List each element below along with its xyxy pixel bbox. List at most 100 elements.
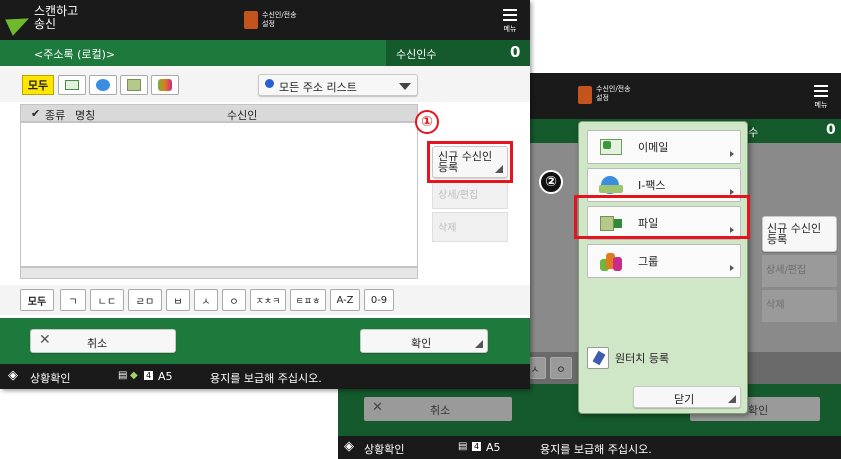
detail-edit-button[interactable]: 상세/편집 bbox=[762, 255, 837, 287]
index-key[interactable]: A-Z bbox=[330, 289, 360, 311]
type-column-header: 종류 bbox=[45, 109, 66, 122]
label-line2: 설정 bbox=[596, 94, 609, 102]
filter-row: 모두 모든 주소 리스트 bbox=[0, 66, 530, 102]
menu-icon-line bbox=[503, 8, 517, 11]
ifax-filter-icon[interactable] bbox=[89, 75, 117, 95]
index-key[interactable]: ㅅ bbox=[194, 289, 218, 311]
name-column-header: 명칭 bbox=[75, 109, 96, 122]
index-key[interactable]: ㄹㅁ bbox=[128, 289, 162, 311]
index-key-label: ㅅ bbox=[201, 296, 211, 308]
index-key-label: ㅌㅍㅎ bbox=[295, 296, 321, 307]
address-book-icon bbox=[244, 11, 258, 29]
index-key-all[interactable]: 모두 bbox=[20, 289, 54, 311]
step-2-marker: ② bbox=[539, 170, 563, 194]
close-button[interactable]: 닫기 bbox=[633, 386, 741, 408]
group-label: 그룹 bbox=[638, 255, 659, 268]
popup-item-group[interactable]: 그룹 bbox=[587, 244, 741, 278]
index-key[interactable]: 0-9 bbox=[364, 289, 394, 311]
index-key-label: ㅂ bbox=[173, 296, 183, 308]
status-check-icon: ◈ bbox=[8, 368, 18, 383]
close-x-icon: ✕ bbox=[372, 400, 383, 415]
detail-edit-label: 상세/편집 bbox=[766, 265, 807, 276]
app-title: 스캔하고 송신 bbox=[34, 5, 78, 31]
label-line2: 설정 bbox=[262, 20, 275, 28]
top-bar: 스캔하고 송신 수신인/전송 설정 메뉴 bbox=[0, 0, 530, 40]
destination-settings-label[interactable]: 수신인/전송 설정 bbox=[262, 11, 297, 29]
recipient-list[interactable] bbox=[20, 122, 418, 267]
paper-icon: ▤ bbox=[458, 441, 468, 452]
menu-button[interactable]: 메뉴 bbox=[814, 83, 828, 110]
group-filter-icon[interactable] bbox=[151, 75, 179, 95]
scan-send-icon bbox=[5, 10, 33, 36]
index-key[interactable]: ㄴㄷ bbox=[90, 289, 124, 311]
menu-icon-line bbox=[503, 18, 517, 21]
ok-label: 확인 bbox=[748, 404, 769, 417]
index-key[interactable]: ㅈㅊㅋ bbox=[250, 289, 286, 311]
delete-label: 삭제 bbox=[766, 300, 785, 311]
recipient-column-header: 수신인 bbox=[227, 109, 258, 122]
label-line1: 수신인/전송 bbox=[596, 85, 631, 93]
label-line1: 수신인/전송 bbox=[262, 11, 297, 19]
ok-button[interactable]: 확인 bbox=[360, 329, 488, 353]
status-check-label[interactable]: 상황확인 bbox=[364, 441, 404, 457]
paper-tray-number: 4 bbox=[472, 442, 482, 451]
step-1-marker: ① bbox=[415, 110, 439, 134]
index-key-label: ㅇ bbox=[229, 296, 239, 308]
ok-label: 확인 bbox=[411, 337, 432, 350]
index-key-label: 모두 bbox=[27, 296, 47, 308]
bottom-bar: ✕ 취소 확인 bbox=[0, 318, 530, 364]
address-list-select[interactable]: 모든 주소 리스트 bbox=[258, 74, 418, 96]
delete-button[interactable]: 삭제 bbox=[432, 212, 508, 242]
chevron-right-icon bbox=[730, 151, 734, 157]
detail-edit-button[interactable]: 상세/편집 bbox=[432, 181, 508, 209]
screen-1: 스캔하고 송신 수신인/전송 설정 메뉴 <주소록 (로컬)> 수신인수 0 모… bbox=[0, 0, 530, 389]
list-header: ✔ 종류 명칭 수신인 bbox=[20, 104, 418, 122]
one-touch-label: 원터치 등록 bbox=[615, 352, 670, 365]
recipient-count: 0 bbox=[826, 122, 836, 138]
cancel-label: 취소 bbox=[430, 404, 451, 417]
paper-size: A5 bbox=[486, 441, 501, 454]
menu-label: 메뉴 bbox=[503, 25, 517, 33]
index-key-label: ㄹㅁ bbox=[135, 296, 155, 308]
index-key-label: ㄴㄷ bbox=[97, 296, 117, 308]
index-key-label: A-Z bbox=[336, 294, 354, 306]
index-key[interactable]: ㅇ bbox=[222, 289, 246, 311]
paper-stack-icon: ◆ bbox=[130, 370, 138, 381]
chevron-down-icon bbox=[399, 83, 411, 90]
menu-icon-line bbox=[814, 94, 828, 97]
recipient-count: 0 bbox=[510, 43, 521, 61]
email-filter-icon[interactable] bbox=[58, 75, 86, 95]
new-recipient-button[interactable]: 신규 수신인 등록 bbox=[762, 216, 837, 252]
one-touch-register-button[interactable]: 원터치 등록 bbox=[587, 344, 741, 372]
cancel-button[interactable]: ✕ 취소 bbox=[30, 329, 176, 353]
menu-label: 메뉴 bbox=[814, 101, 828, 109]
index-key-label: ㄱ bbox=[68, 296, 78, 308]
menu-button[interactable]: 메뉴 bbox=[503, 7, 517, 34]
index-key[interactable]: ㅇ bbox=[550, 357, 572, 379]
index-key[interactable]: ㄱ bbox=[60, 289, 86, 311]
list-scroll-track[interactable] bbox=[20, 267, 418, 279]
cancel-button[interactable]: ✕ 취소 bbox=[364, 397, 512, 421]
delete-label: 삭제 bbox=[438, 223, 457, 234]
status-bar: ◈ 상황확인 ▤ 4 A5 용지를 보급해 주십시오. bbox=[338, 436, 841, 459]
status-check-label[interactable]: 상황확인 bbox=[30, 370, 70, 386]
status-bar: ◈ 상황확인 ▤ ◆ 4 A5 용지를 보급해 주십시오. bbox=[0, 364, 530, 389]
popup-item-email[interactable]: 이메일 bbox=[587, 130, 741, 164]
paper-tray-number: 4 bbox=[144, 371, 154, 380]
destination-settings-label[interactable]: 수신인/전송 설정 bbox=[596, 85, 631, 103]
menu-icon-line bbox=[814, 84, 828, 87]
filter-all-tab[interactable]: 모두 bbox=[22, 75, 54, 95]
step-2-text: ② bbox=[545, 174, 557, 190]
delete-button[interactable]: 삭제 bbox=[762, 290, 837, 322]
index-key[interactable]: ㅌㅍㅎ bbox=[290, 289, 326, 311]
step-1-text: ① bbox=[421, 114, 433, 130]
ifax-icon bbox=[598, 173, 624, 197]
file-filter-icon[interactable] bbox=[120, 75, 148, 95]
status-message: 용지를 보급해 주십시오. bbox=[210, 372, 322, 385]
index-key[interactable]: ㅂ bbox=[166, 289, 190, 311]
app-title-line2: 송신 bbox=[34, 17, 57, 31]
status-message: 용지를 보급해 주십시오. bbox=[540, 443, 652, 456]
cancel-label: 취소 bbox=[87, 337, 108, 350]
close-x-icon: ✕ bbox=[39, 332, 51, 348]
address-book-title: <주소록 (로컬)> bbox=[34, 48, 116, 61]
